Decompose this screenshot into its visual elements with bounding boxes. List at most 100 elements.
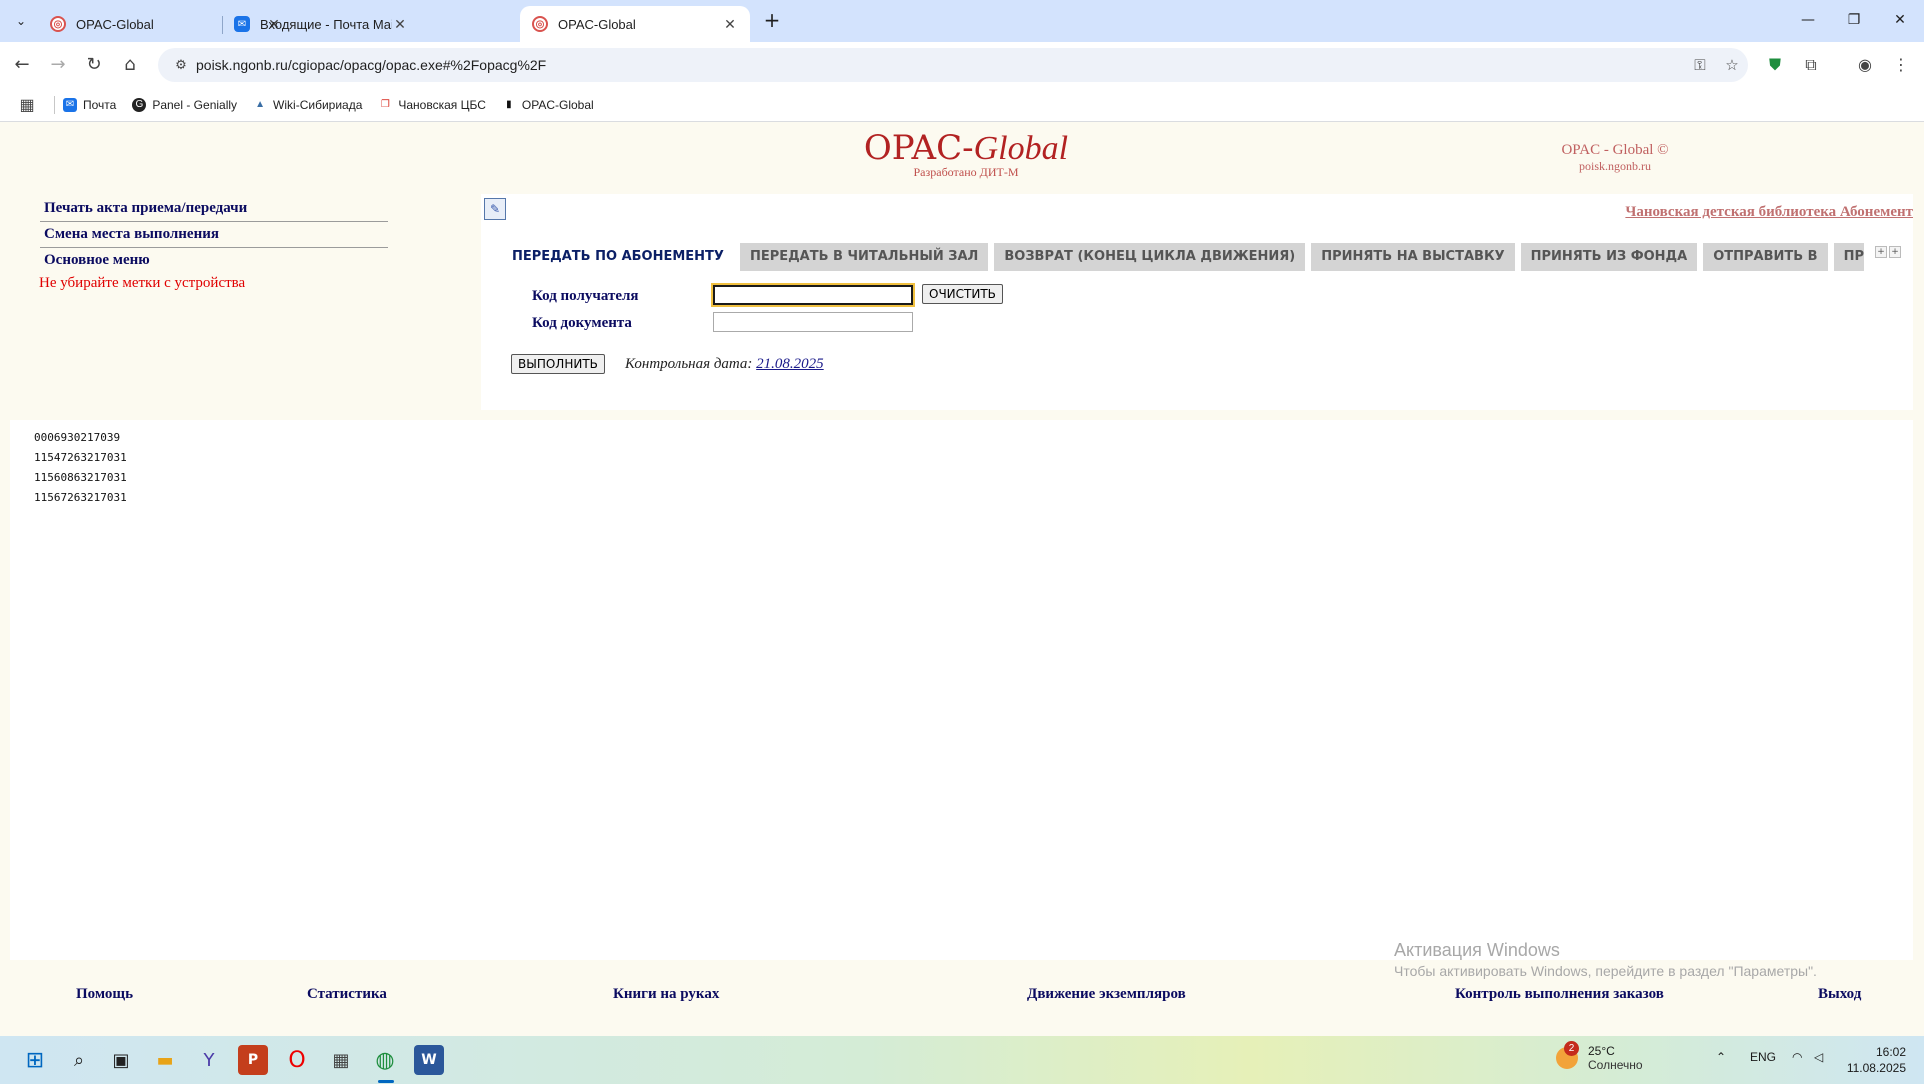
browser-tab-3[interactable]: ◎ OPAC-Global ✕	[520, 6, 750, 42]
menu-main[interactable]: Основное меню	[40, 248, 388, 273]
powerpoint-icon[interactable]: P	[238, 1045, 268, 1075]
footer-order-control[interactable]: Контроль выполнения заказов	[1455, 986, 1664, 1003]
new-tab-button[interactable]: +	[760, 9, 784, 33]
bookmark-opac[interactable]: ▮ OPAC-Global	[502, 98, 594, 112]
footer-copies-movement[interactable]: Движение экземпляров	[1027, 986, 1186, 1003]
bookmark-icon: ❐	[380, 99, 390, 110]
tab-send[interactable]: ОТПРАВИТЬ В	[1703, 243, 1828, 271]
library-link[interactable]: Чановская детская библиотека Абонемент	[1625, 204, 1913, 221]
opac-icon: ◎	[50, 16, 66, 32]
active-app-indicator	[378, 1080, 394, 1083]
tray-chevron-icon[interactable]: ⌃	[1716, 1050, 1726, 1064]
minimize-button[interactable]: —	[1788, 8, 1828, 32]
bookmark-label: Почта	[83, 97, 117, 112]
tab-reading-room[interactable]: ПЕРЕДАТЬ В ЧИТАЛЬНЫЙ ЗАЛ	[739, 243, 989, 271]
footer-help[interactable]: Помощь	[76, 986, 133, 1003]
bookmarks-bar: ▦ ✉ Почта G Panel - Genially ▲ Wiki-Сиби…	[0, 88, 1924, 122]
wiki-icon: ▲	[255, 99, 265, 110]
calculator-icon[interactable]: ▦	[326, 1045, 356, 1075]
star-icon[interactable]: ☆	[1716, 56, 1748, 74]
opac-icon: ▮	[506, 99, 512, 110]
bookmark-chanovskaya[interactable]: ❐ Чановская ЦБС	[378, 98, 486, 112]
warning-text: Не убирайте метки с устройства	[39, 275, 246, 291]
windows-start-icon[interactable]: ⊞	[20, 1045, 50, 1075]
profile-icon[interactable]: ◉	[1850, 51, 1880, 79]
search-icon[interactable]: ⌕	[64, 1045, 94, 1075]
sun-icon: 2	[1556, 1041, 1579, 1069]
bookmark-pochta[interactable]: ✉ Почта	[63, 97, 117, 112]
wifi-icon[interactable]: ◠	[1792, 1050, 1802, 1064]
list-item: 11560863217031	[34, 471, 127, 484]
tab-return[interactable]: ВОЗВРАТ (КОНЕЦ ЦИКЛА ДВИЖЕНИЯ)	[994, 243, 1306, 271]
opac-logo: OPAC-Global Разработано ДИТ-М	[856, 128, 1076, 180]
tab-to-fund[interactable]: ПРИНЯТЬ В ФОНД	[1833, 243, 1864, 271]
shield-icon[interactable]: ⛊	[1760, 51, 1790, 79]
browser-tab-bar: ⌄ ◎ OPAC-Global ✕ ✉ Входящие - Почта Mai…	[0, 0, 1924, 42]
control-date-link[interactable]: 21.08.2025	[756, 356, 824, 372]
tab-search-button[interactable]: ⌄	[8, 8, 34, 34]
bookmark-label: OPAC-Global	[521, 97, 594, 112]
system-clock[interactable]: 16:02 11.08.2025	[1846, 1044, 1906, 1076]
extensions-icon[interactable]: ⧉	[1796, 51, 1826, 79]
file-explorer-icon[interactable]: ▬	[150, 1045, 180, 1075]
reload-button[interactable]: ↻	[80, 51, 108, 79]
bookmark-genially[interactable]: G Panel - Genially	[132, 97, 238, 112]
restore-button[interactable]: ❐	[1834, 8, 1874, 32]
tabs-expand-icon[interactable]: +	[1875, 246, 1887, 258]
activation-title: Активация Windows	[1394, 940, 1560, 960]
settings-icon[interactable]: ✎	[484, 198, 506, 220]
recipient-code-input[interactable]	[711, 283, 915, 307]
back-button[interactable]: ←	[8, 51, 36, 79]
control-date-label: Контрольная дата:	[625, 356, 753, 372]
yandex-browser-icon[interactable]: Y	[194, 1045, 224, 1075]
menu-change-location[interactable]: Смена места выполнения	[40, 222, 388, 248]
chevron-down-icon: ⌄	[15, 14, 27, 28]
address-bar[interactable]: ⚙ poisk.ngonb.ru/cgiopac/opacg/opac.exe#…	[158, 48, 1748, 82]
execute-button[interactable]: ВЫПОЛНИТЬ	[511, 354, 605, 374]
volume-icon[interactable]: ◁	[1814, 1050, 1823, 1064]
url-text[interactable]: poisk.ngonb.ru/cgiopac/opacg/opac.exe#%2…	[196, 57, 1684, 73]
tab-title: OPAC-Global	[558, 16, 636, 32]
bookmark-label: Panel - Genially	[152, 97, 238, 112]
control-date: Контрольная дата: 21.08.2025	[625, 356, 824, 373]
key-icon[interactable]: ⚿	[1684, 56, 1716, 74]
activation-text: Чтобы активировать Windows, перейдите в …	[1394, 963, 1817, 979]
browser-toolbar: ← → ↻ ⌂ ⚙ poisk.ngonb.ru/cgiopac/opacg/o…	[0, 42, 1924, 88]
weather-desc: Солнечно	[1588, 1058, 1643, 1072]
footer-exit[interactable]: Выход	[1818, 986, 1861, 1003]
tabs-scroll-icon[interactable]: +	[1889, 246, 1901, 258]
home-button[interactable]: ⌂	[116, 51, 144, 79]
opera-icon[interactable]: O	[282, 1045, 312, 1075]
menu-icon[interactable]: ⋮	[1886, 51, 1916, 79]
opac-icon: ◎	[532, 16, 548, 32]
bookmark-label: Wiki-Сибириада	[273, 97, 363, 112]
bookmark-wiki[interactable]: ▲ Wiki-Сибириада	[253, 98, 362, 112]
close-icon[interactable]: ✕	[722, 16, 738, 33]
apps-grid-icon[interactable]: ▦	[0, 95, 54, 115]
logo-text-italic: Global	[973, 130, 1069, 167]
tab-from-fund[interactable]: ПРИНЯТЬ ИЗ ФОНДА	[1520, 243, 1698, 271]
weather-temp: 25°C	[1588, 1044, 1615, 1058]
document-code-input[interactable]	[713, 312, 913, 332]
forward-button[interactable]: →	[44, 51, 72, 79]
language-indicator[interactable]: ENG	[1750, 1050, 1776, 1064]
genially-icon: G	[132, 97, 147, 112]
clear-button[interactable]: ОЧИСТИТЬ	[922, 284, 1003, 304]
word-icon[interactable]: W	[414, 1045, 444, 1075]
weather-widget[interactable]: 2 25°C Солнечно	[1556, 1041, 1643, 1072]
close-icon[interactable]: ✕	[392, 16, 408, 33]
site-info-icon[interactable]: ⚙	[166, 58, 196, 73]
tab-subscription[interactable]: ПЕРЕДАТЬ ПО АБОНЕМЕНТУ	[502, 243, 734, 271]
logo-small-url: poisk.ngonb.ru	[1579, 159, 1651, 173]
footer-books-on-hand[interactable]: Книги на руках	[613, 986, 719, 1003]
browser-tab-2[interactable]: ✉ Входящие - Почта Mail ✕	[222, 6, 420, 42]
close-window-button[interactable]: ✕	[1880, 8, 1920, 32]
menu-print-act[interactable]: Печать акта приема/передачи	[40, 196, 388, 222]
tab-exhibition[interactable]: ПРИНЯТЬ НА ВЫСТАВКУ	[1311, 243, 1515, 271]
results-area: 0006930217039 11547263217031 11560863217…	[10, 420, 1913, 960]
chrome-icon[interactable]: ◍	[370, 1045, 400, 1075]
footer-statistics[interactable]: Статистика	[307, 986, 387, 1003]
task-view-icon[interactable]: ▣	[106, 1045, 136, 1075]
logo-small-title: OPAC - Global ©	[1561, 142, 1669, 158]
document-label: Код документа	[532, 315, 632, 331]
